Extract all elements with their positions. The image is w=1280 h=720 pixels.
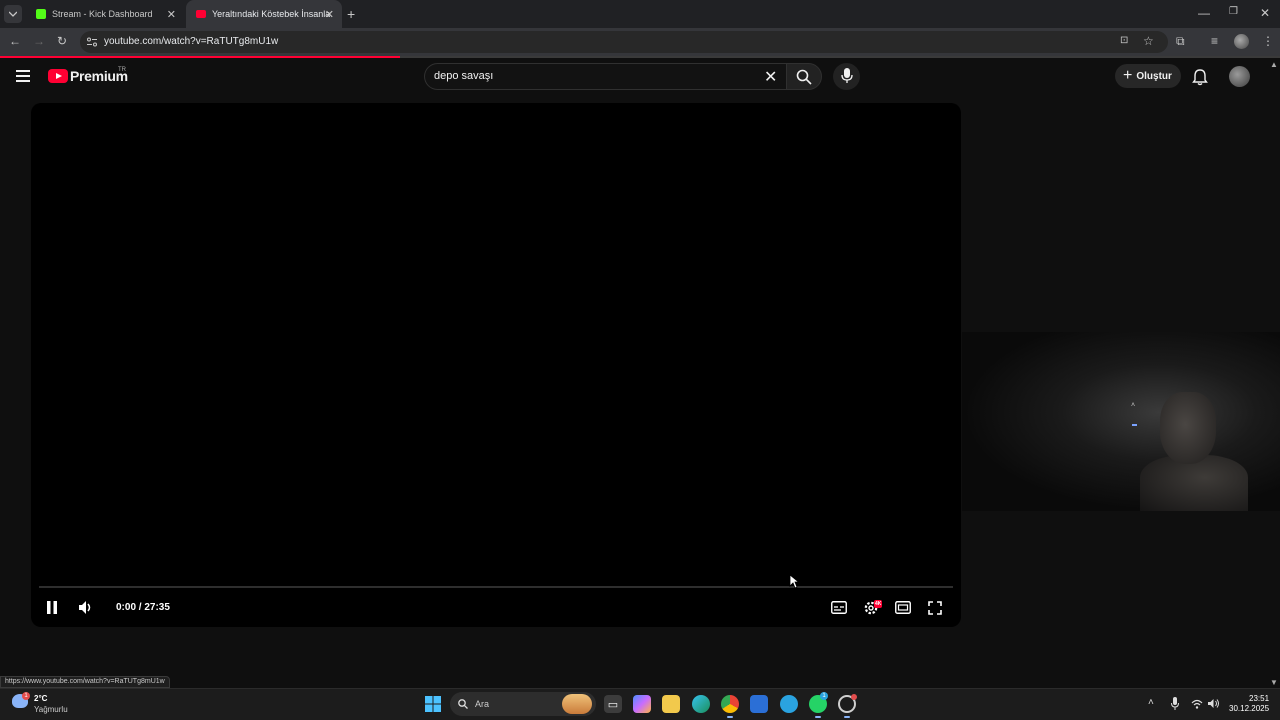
tab-label: Yeraltındaki Köstebek İnsanlara — [212, 9, 330, 19]
plus-icon: + — [1123, 67, 1133, 84]
country-code: TR — [118, 67, 126, 73]
fullscreen-icon[interactable] — [928, 601, 942, 615]
tab-label: Stream - Kick Dashboard — [52, 9, 153, 19]
windows-start-icon[interactable] — [425, 696, 441, 712]
volume-icon[interactable] — [78, 600, 94, 615]
video-player[interactable] — [31, 103, 961, 627]
subtitles-icon[interactable] — [831, 601, 847, 614]
video-timecode: 0:00 / 27:35 — [116, 602, 170, 613]
whatsapp-badge: 1 — [820, 692, 828, 700]
link-status-url: https://www.youtube.com/watch?v=RaTUTg8m… — [0, 676, 170, 688]
app-alert-dot — [851, 694, 857, 700]
taskbar-clock-time[interactable]: 23:51 — [1249, 694, 1269, 703]
chevron-down-icon — [9, 11, 17, 17]
microsoft-store-icon[interactable] — [750, 695, 768, 713]
search-icon — [458, 699, 468, 709]
scroll-up-arrow-icon[interactable]: ▲ — [1270, 60, 1278, 69]
extensions-icon[interactable]: ⧉ — [1176, 34, 1185, 49]
youtube-favicon-icon — [196, 10, 206, 18]
page-load-track — [400, 56, 1280, 58]
tab-kick-dashboard[interactable]: Stream - Kick Dashboard ✕ — [26, 0, 184, 28]
plus-icon: + — [347, 6, 356, 22]
new-tab-button[interactable]: + — [342, 0, 362, 28]
search-icon — [796, 69, 812, 85]
close-tab-icon[interactable]: ✕ — [325, 8, 334, 21]
guide-menu-icon[interactable] — [16, 70, 30, 82]
app-active-indicator — [844, 716, 850, 718]
scroll-down-arrow-icon[interactable]: ▼ — [1270, 678, 1278, 687]
video-progress-bar[interactable] — [39, 586, 953, 588]
search-button[interactable] — [786, 63, 822, 90]
site-info-icon[interactable] — [86, 36, 98, 48]
weather-description[interactable]: Yağmurlu — [34, 705, 68, 714]
webcam-person-face — [1160, 392, 1216, 464]
wifi-icon[interactable] — [1191, 699, 1203, 709]
webcam-light-dot — [1132, 424, 1137, 426]
weather-temperature[interactable]: 2°C — [34, 694, 47, 703]
minimize-icon[interactable]: — — [1198, 6, 1210, 20]
speaker-volume-icon[interactable] — [1207, 698, 1220, 709]
search-query[interactable]: depo savaşı — [434, 70, 493, 82]
edge-browser-icon[interactable] — [692, 695, 710, 713]
clear-search-icon[interactable]: ✕ — [764, 67, 777, 87]
theater-mode-icon[interactable] — [895, 601, 911, 614]
profile-avatar[interactable] — [1234, 34, 1249, 49]
page-load-progress — [0, 56, 400, 58]
chrome-browser-icon[interactable] — [721, 695, 739, 713]
copilot-icon[interactable] — [633, 695, 651, 713]
tab-youtube-video[interactable]: Yeraltındaki Köstebek İnsanlara ✕ — [186, 0, 342, 28]
taskbar-clock-date[interactable]: 30.12.2025 — [1229, 704, 1269, 713]
close-window-icon[interactable]: ✕ — [1260, 6, 1270, 20]
back-icon[interactable]: ← — [9, 34, 21, 48]
tab-search-button[interactable] — [4, 5, 22, 23]
media-control-icon[interactable]: ≡ — [1211, 34, 1218, 48]
notifications-bell-icon[interactable] — [1192, 68, 1208, 86]
account-avatar[interactable] — [1229, 66, 1250, 87]
restore-icon[interactable]: ❐ — [1229, 6, 1238, 17]
taskbar-search-label: Ara — [475, 699, 490, 709]
microphone-icon — [841, 68, 853, 83]
voice-search-button[interactable] — [833, 63, 860, 90]
pause-icon[interactable] — [46, 601, 58, 614]
reload-icon[interactable]: ↻ — [57, 34, 67, 48]
install-app-icon[interactable]: ⊡ — [1120, 35, 1128, 46]
quality-badge: 4K — [874, 600, 883, 608]
browser-menu-icon[interactable]: ⋮ — [1262, 34, 1274, 48]
create-label: Oluştur — [1136, 70, 1172, 82]
whatsapp-active-indicator — [815, 716, 821, 718]
bookmark-star-icon[interactable]: ☆ — [1143, 34, 1154, 48]
url-text[interactable]: youtube.com/watch?v=RaTUTg8mU1w — [104, 36, 278, 47]
tray-overflow-chevron-icon[interactable]: ˄ — [1148, 697, 1154, 708]
webcam-caret-icon: ˄ — [1131, 402, 1136, 409]
forward-icon[interactable]: → — [33, 34, 45, 48]
youtube-logo-icon[interactable] — [48, 69, 68, 83]
chrome-active-indicator — [727, 716, 733, 718]
telegram-icon[interactable] — [780, 695, 798, 713]
create-button[interactable]: + Oluştur — [1115, 64, 1181, 88]
weather-alert-badge: 1 — [22, 692, 30, 700]
close-tab-icon[interactable]: ✕ — [167, 8, 176, 21]
file-explorer-icon[interactable] — [662, 695, 680, 713]
search-highlight-icon[interactable] — [562, 694, 592, 714]
tray-microphone-icon[interactable] — [1171, 697, 1179, 710]
task-view-icon[interactable]: ▭ — [604, 695, 622, 713]
kick-favicon-icon — [36, 9, 46, 19]
mouse-cursor-icon — [789, 574, 799, 589]
